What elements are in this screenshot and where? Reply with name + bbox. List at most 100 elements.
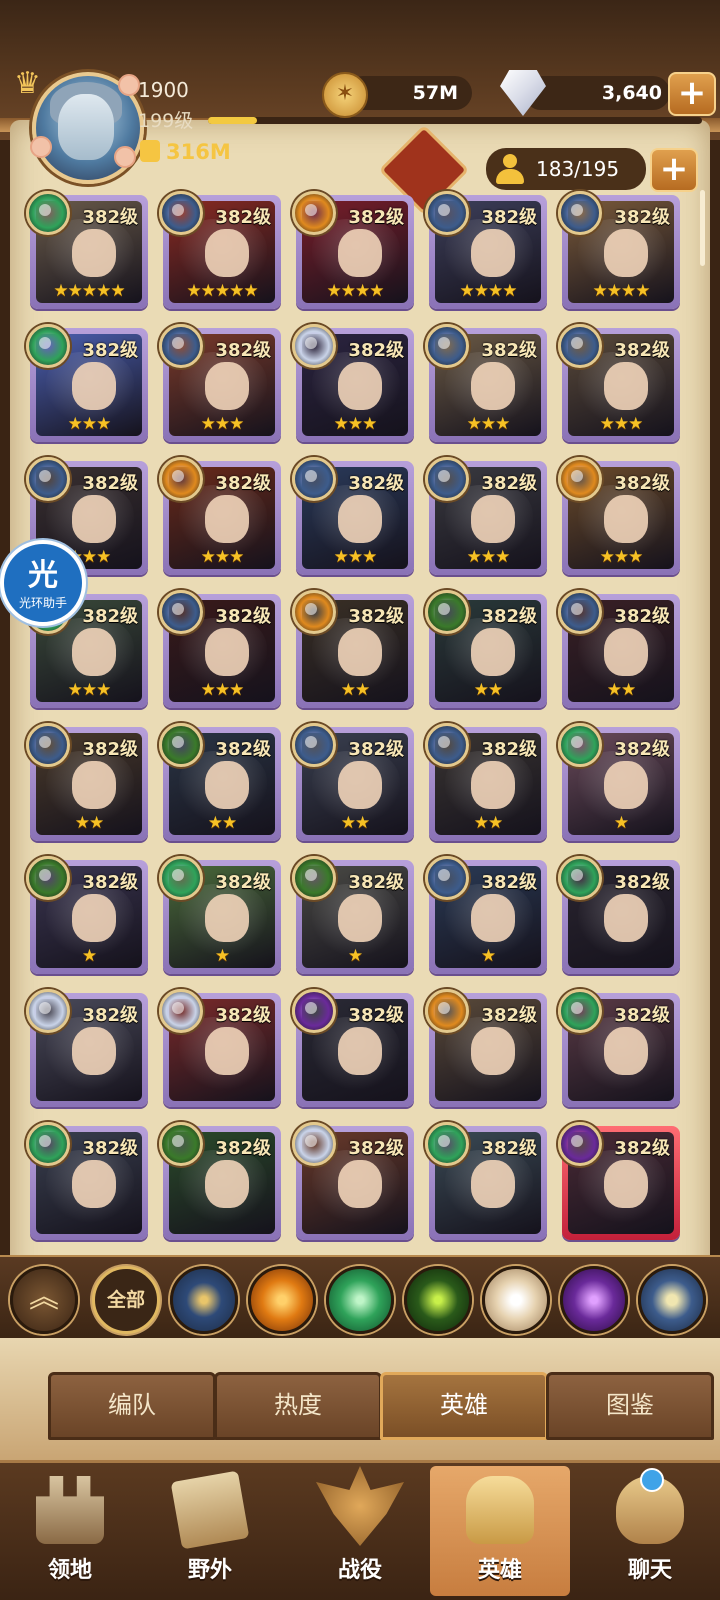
gold-value: 57M <box>412 82 458 104</box>
hero-card[interactable]: 382级 ★ <box>292 856 414 974</box>
hero-card[interactable]: 382级 ★ <box>26 856 148 974</box>
hero-level: 382级 <box>215 872 271 893</box>
add-diamonds-button[interactable]: + <box>668 72 716 116</box>
flower-icon <box>30 136 52 158</box>
hero-card[interactable]: 382级 ★★★★ <box>558 191 680 309</box>
faction-wilder-icon <box>26 856 70 900</box>
hero-level: 382级 <box>215 606 271 627</box>
hero-card[interactable]: 382级 ★★★★★ <box>159 191 281 309</box>
hero-stars: ★★ <box>74 813 104 833</box>
faction-celestial-icon <box>425 191 469 235</box>
hero-card[interactable]: 382级 <box>425 989 547 1107</box>
hero-card[interactable]: 382级 <box>26 989 148 1107</box>
filter-all-button[interactable]: 全部 <box>92 1266 160 1334</box>
filter-light-star-icon[interactable] <box>482 1266 550 1334</box>
hero-card[interactable]: 382级 ★★ <box>558 590 680 708</box>
hero-card[interactable]: 382级 ★★★ <box>159 324 281 442</box>
filter-celestial-moon-icon[interactable] <box>638 1266 706 1334</box>
tab-formation[interactable]: 编队 <box>48 1372 216 1440</box>
hero-face <box>604 229 648 277</box>
helper-assistant-button[interactable]: 光 光环助手 <box>0 540 86 626</box>
roster-count: 183/195 <box>486 148 646 190</box>
hero-card[interactable]: 382级 ★★ <box>159 723 281 841</box>
tab-collection[interactable]: 图鉴 <box>546 1372 714 1440</box>
hero-card[interactable]: 382级 ★★ <box>425 723 547 841</box>
fist-icon <box>140 140 160 162</box>
player-avatar[interactable] <box>30 72 144 184</box>
hero-card[interactable]: 382级 ★★★ <box>159 590 281 708</box>
hero-face <box>338 761 382 809</box>
hero-card[interactable]: 382级 ★★★★★ <box>26 191 148 309</box>
hero-card[interactable]: 382级 ★★ <box>292 590 414 708</box>
tab-heroes-label: 英雄 <box>440 1391 488 1419</box>
hero-card[interactable]: 382级 ★ <box>425 856 547 974</box>
filter-forest-leaf-icon[interactable] <box>326 1266 394 1334</box>
hero-level: 382级 <box>614 872 670 893</box>
nav-heroes-label: 英雄 <box>477 1558 522 1583</box>
hero-card[interactable]: 382级 <box>26 1122 148 1240</box>
hero-card[interactable]: 382级 <box>159 1122 281 1240</box>
hero-card[interactable]: 382级 ★★★ <box>558 457 680 575</box>
hero-level: 382级 <box>348 207 404 228</box>
faction-wilder-icon <box>292 856 336 900</box>
hero-card[interactable]: 382级 <box>159 989 281 1107</box>
hero-face <box>72 628 116 676</box>
hero-card[interactable]: 382级 ★★★ <box>425 457 547 575</box>
faction-light-icon <box>292 324 336 368</box>
filter-void-orb-icon[interactable] <box>560 1266 628 1334</box>
hero-face <box>205 894 249 942</box>
tab-heroes[interactable]: 英雄 <box>380 1372 548 1440</box>
hero-card[interactable]: 382级 <box>558 989 680 1107</box>
nav-campaign[interactable]: 战役 <box>290 1466 430 1596</box>
hero-card[interactable]: 382级 ★ <box>159 856 281 974</box>
hero-card[interactable]: 382级 ★★★★ <box>425 191 547 309</box>
hero-card[interactable]: 382级 ★★ <box>26 723 148 841</box>
hero-stars: ★★ <box>340 680 370 700</box>
hero-card[interactable]: 382级 <box>425 1122 547 1240</box>
hero-face <box>338 628 382 676</box>
hero-face <box>72 362 116 410</box>
hero-level: 382级 <box>614 1005 670 1026</box>
hero-card[interactable]: 382级 <box>292 1122 414 1240</box>
hero-face <box>471 628 515 676</box>
nav-territory[interactable]: 领地 <box>0 1466 140 1596</box>
hero-card[interactable]: 382级 <box>558 856 680 974</box>
player-level-number: 1900 <box>138 78 189 102</box>
hero-card[interactable]: 382级 <box>292 989 414 1107</box>
hero-level: 382级 <box>82 1138 138 1159</box>
hero-card[interactable]: 382级 ★★ <box>292 723 414 841</box>
hero-card[interactable]: 382级 <box>558 1122 680 1240</box>
hero-face <box>205 1027 249 1075</box>
filter-celestial-star-icon[interactable] <box>170 1266 238 1334</box>
collapse-filter-button[interactable]: ︽ <box>10 1266 78 1334</box>
hero-level: 382级 <box>215 1005 271 1026</box>
filter-wilder-eye-icon[interactable] <box>404 1266 472 1334</box>
hero-level: 382级 <box>215 340 271 361</box>
hero-level: 382级 <box>614 473 670 494</box>
hero-card[interactable]: 382级 ★★★ <box>292 324 414 442</box>
hero-card[interactable]: 382级 ★★★★ <box>292 191 414 309</box>
game-screen: ♛ 1900 199级 316M 57M ✶ 3,640 + 183/195 +… <box>0 0 720 1600</box>
hero-card[interactable]: 382级 ★ <box>558 723 680 841</box>
faction-celestial-icon <box>425 457 469 501</box>
scrollbar[interactable] <box>700 190 705 266</box>
hero-level: 382级 <box>348 739 404 760</box>
hero-card[interactable]: 382级 ★★★ <box>558 324 680 442</box>
hero-face <box>338 894 382 942</box>
tab-popularity[interactable]: 热度 <box>214 1372 382 1440</box>
hero-card[interactable]: 382级 ★★★ <box>26 324 148 442</box>
faction-void-icon <box>558 1122 602 1166</box>
faction-void-icon <box>292 989 336 1033</box>
nav-wilds[interactable]: 野外 <box>140 1466 280 1596</box>
hero-card[interactable]: 382级 ★★★ <box>425 324 547 442</box>
hero-face <box>72 1160 116 1208</box>
expand-roster-button[interactable]: + <box>650 148 698 192</box>
filter-holy-sun-icon[interactable] <box>248 1266 316 1334</box>
faction-celestial-icon <box>26 457 70 501</box>
hero-face <box>604 628 648 676</box>
nav-heroes[interactable]: 英雄 <box>430 1466 570 1596</box>
hero-stars: ★★★ <box>333 414 378 434</box>
hero-card[interactable]: 382级 ★★★ <box>159 457 281 575</box>
hero-card[interactable]: 382级 ★★★ <box>292 457 414 575</box>
hero-card[interactable]: 382级 ★★ <box>425 590 547 708</box>
